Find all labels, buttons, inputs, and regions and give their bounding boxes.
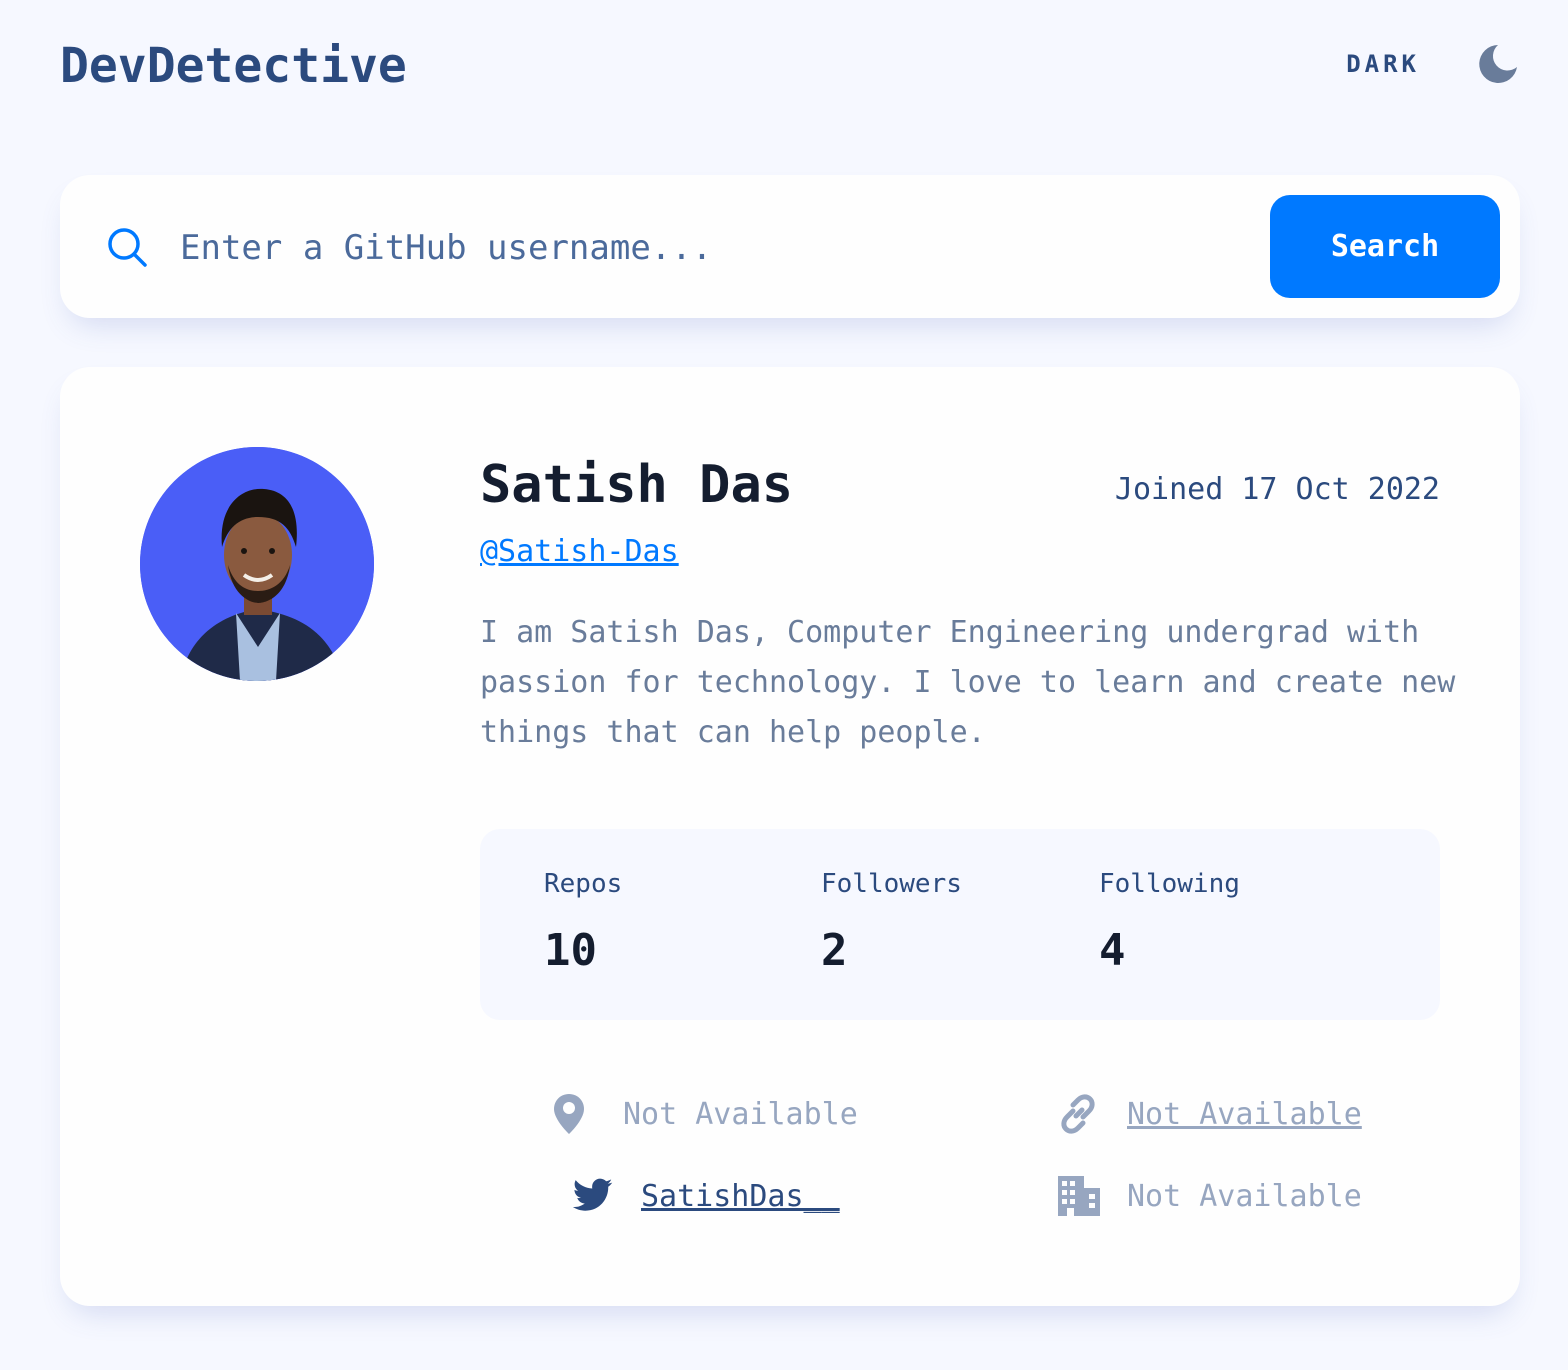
company-text: Not Available [1127,1178,1362,1214]
stat-followers-label: Followers [821,869,962,899]
stat-repos-label: Repos [544,869,623,899]
search-icon [108,228,147,267]
building-icon [1058,1176,1100,1216]
moon-icon[interactable] [1476,42,1520,86]
search-input[interactable] [180,215,1240,281]
twitter-row[interactable]: SatishDas__ [572,1178,840,1214]
search-button[interactable]: Search [1270,195,1500,298]
profile-handle-link[interactable]: @Satish-Das [480,534,679,569]
app-logo-title: DevDetective [60,38,407,94]
twitter-link[interactable]: SatishDas__ [641,1179,840,1214]
location-row: Not Available [552,1092,858,1136]
theme-toggle-label[interactable]: DARK [1346,50,1420,78]
stat-following-value: 4 [1099,925,1126,976]
app-root: DevDetective DARK Search [0,0,1568,1370]
location-pin-icon [554,1094,584,1134]
profile-name: Satish Das [480,455,794,515]
link-icon [1061,1094,1095,1134]
stat-repos-value: 10 [544,925,597,976]
website-link[interactable]: Not Available [1127,1097,1362,1132]
twitter-icon [572,1178,613,1211]
stat-following-label: Following [1099,869,1240,899]
header: DevDetective DARK [60,30,1520,102]
stat-followers-value: 2 [821,925,848,976]
theme-toggle[interactable]: DARK [1346,36,1520,92]
avatar [140,447,374,681]
profile-bio: I am Satish Das, Computer Engineering un… [480,615,1456,750]
website-row[interactable]: Not Available [1056,1092,1362,1136]
stats-panel: Repos 10 Followers 2 Following 4 [480,829,1440,1020]
location-text: Not Available [623,1096,858,1132]
avatar-image [140,447,374,681]
joined-date: Joined 17 Oct 2022 [1114,472,1440,507]
company-row: Not Available [1058,1176,1362,1216]
